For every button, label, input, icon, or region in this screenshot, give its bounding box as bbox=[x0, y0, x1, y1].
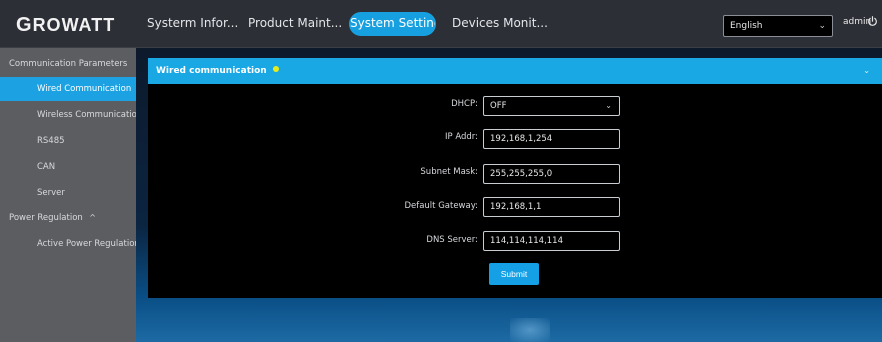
chevron-down-icon[interactable]: ⌄ bbox=[863, 58, 870, 84]
subnet-mask-label: Subnet Mask: bbox=[420, 167, 478, 177]
nav-system-settings[interactable]: System Settings bbox=[349, 12, 436, 36]
dhcp-select[interactable]: OFF ⌄ bbox=[483, 96, 620, 116]
sidebar-item-active-power-regulation[interactable]: Active Power Regulation bbox=[0, 232, 140, 256]
sidebar-item-server[interactable]: Server bbox=[0, 181, 136, 205]
language-value: English bbox=[730, 21, 763, 31]
ip-addr-input[interactable]: 192,168,1,254 bbox=[483, 129, 620, 149]
dhcp-label: DHCP: bbox=[451, 99, 478, 109]
subnet-mask-input[interactable]: 255,255,255,0 bbox=[483, 164, 620, 184]
ip-addr-label: IP Addr: bbox=[445, 132, 478, 142]
growatt-logo: GROWATT bbox=[16, 14, 116, 36]
submit-button[interactable]: Submit bbox=[489, 263, 539, 285]
dns-server-label: DNS Server: bbox=[426, 235, 478, 245]
sidebar-group-power-regulation[interactable]: Power Regulation ^ bbox=[0, 206, 136, 230]
nav-devices-monitoring[interactable]: Devices Monit... bbox=[452, 16, 548, 30]
language-select[interactable]: English ⌄ bbox=[723, 15, 833, 37]
panel-header[interactable]: Wired communication ⌄ bbox=[148, 58, 882, 84]
panel-title: Wired communication bbox=[156, 58, 279, 84]
default-gateway-input[interactable]: 192,168,1,1 bbox=[483, 197, 620, 217]
default-gateway-label: Default Gateway: bbox=[404, 201, 478, 211]
background-glow bbox=[510, 318, 550, 342]
nav-system-info[interactable]: Systerm Infor... bbox=[147, 16, 238, 30]
sidebar-group-label: Communication Parameters bbox=[9, 59, 128, 69]
sidebar-group-label: Power Regulation bbox=[9, 213, 83, 223]
sidebar-item-rs485[interactable]: RS485 bbox=[0, 129, 136, 153]
chevron-down-icon: ⌄ bbox=[605, 101, 612, 110]
sidebar-group-communication-parameters[interactable]: Communication Parameters ^ bbox=[0, 52, 142, 76]
sidebar-item-wired-communication[interactable]: Wired Communication bbox=[0, 77, 136, 101]
chevron-down-icon: ⌄ bbox=[818, 21, 826, 31]
sidebar-item-wireless-communication[interactable]: Wireless Communication bbox=[0, 103, 142, 127]
chevron-up-icon: ^ bbox=[89, 213, 96, 222]
power-icon[interactable] bbox=[867, 16, 878, 27]
sidebar-item-can[interactable]: CAN bbox=[0, 155, 136, 179]
dns-server-input[interactable]: 114,114,114,114 bbox=[483, 231, 620, 251]
status-dot-icon bbox=[272, 66, 279, 72]
dhcp-value: OFF bbox=[490, 101, 507, 111]
nav-product-maintenance[interactable]: Product Maint... bbox=[248, 16, 342, 30]
top-bar: GROWATT Systerm Infor... Product Maint..… bbox=[0, 0, 882, 48]
